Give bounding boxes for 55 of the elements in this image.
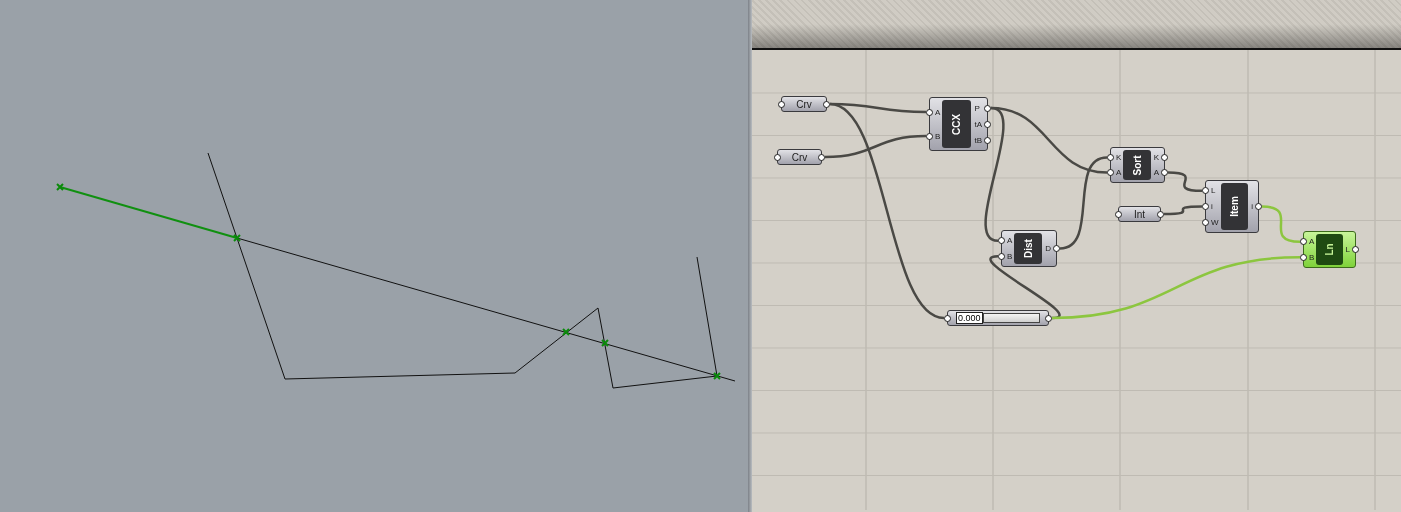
port-label: A [1116, 168, 1122, 177]
port-label: i [1251, 202, 1253, 211]
param-node[interactable]: Int [1118, 206, 1161, 222]
port-grip[interactable] [926, 132, 933, 140]
port-label: B [935, 131, 941, 141]
connector-wire [1167, 171, 1203, 193]
port-label: K [1153, 153, 1159, 162]
port-label: A [1153, 168, 1159, 177]
port-grip[interactable] [1115, 210, 1122, 218]
port-label: W [1211, 217, 1219, 227]
port-grip[interactable] [1045, 314, 1052, 322]
port-label: A [1309, 237, 1315, 247]
port-label: A [935, 107, 941, 117]
port-grip[interactable] [778, 100, 785, 108]
port-grip[interactable] [926, 108, 933, 116]
component-node[interactable]: A B CCX P tA tB [929, 97, 988, 151]
port-grip[interactable] [823, 100, 830, 108]
component-node[interactable]: A B Dist D [1001, 230, 1057, 267]
port-label: A [1007, 236, 1013, 246]
port-grip[interactable] [944, 314, 951, 322]
port-grip[interactable] [1202, 203, 1209, 210]
port-label: P [974, 103, 981, 113]
port-grip[interactable] [1161, 169, 1168, 176]
connector-wire [1261, 205, 1301, 243]
param-node[interactable]: Crv [777, 149, 822, 165]
port-grip[interactable] [1053, 245, 1060, 252]
port-grip[interactable] [1107, 169, 1114, 176]
port-grip[interactable] [1255, 203, 1262, 210]
port-label: L [1211, 186, 1217, 196]
connector-wire [1163, 205, 1203, 216]
port-grip[interactable] [818, 153, 825, 161]
component-label: Item [1220, 183, 1249, 230]
port-label: i [1211, 202, 1214, 211]
port-label: B [1007, 251, 1013, 261]
component-node[interactable]: L i W Item i [1205, 180, 1259, 233]
port-grip[interactable] [1161, 154, 1168, 161]
port-label: K [1116, 153, 1122, 162]
component-label: CCX [942, 100, 972, 148]
port-label: tA [974, 119, 982, 129]
port-label: B [1309, 252, 1315, 262]
component-label: Sort [1123, 150, 1151, 180]
value-field[interactable]: 0.000 [956, 312, 983, 324]
component-label: Dist [1014, 233, 1043, 264]
port-label: tB [974, 135, 982, 145]
port-grip[interactable] [1352, 246, 1359, 253]
port-grip[interactable] [774, 153, 781, 161]
port-grip[interactable] [1107, 154, 1114, 161]
component-node[interactable]: K A Sort K A [1110, 147, 1165, 183]
component-label: Ln [1316, 234, 1343, 265]
component-node[interactable]: A B Ln L [1303, 231, 1356, 268]
slider-node[interactable]: 0.000 [947, 310, 1049, 326]
param-node[interactable]: Crv [781, 96, 827, 112]
port-grip[interactable] [1157, 210, 1164, 218]
port-label: L [1345, 245, 1350, 254]
port-label: D [1045, 244, 1051, 253]
